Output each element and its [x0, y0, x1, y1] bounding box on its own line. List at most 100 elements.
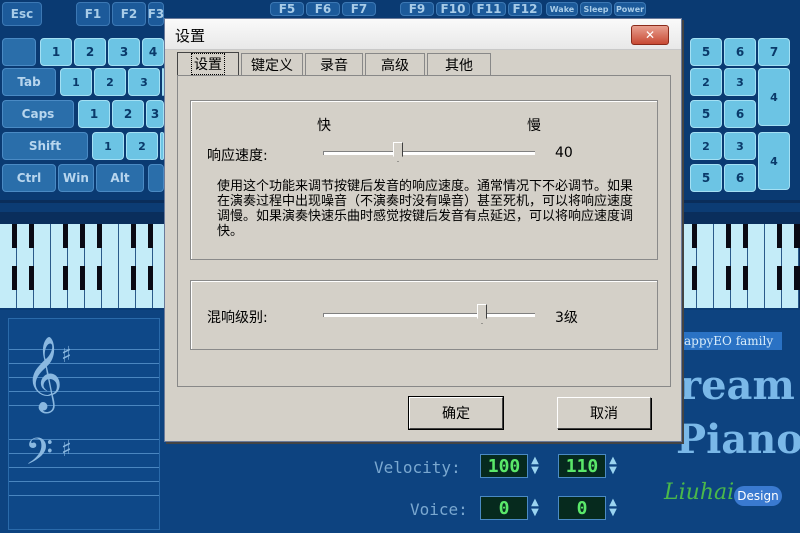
response-speed-slider-thumb[interactable] — [393, 142, 403, 162]
piano-white-key[interactable] — [136, 266, 158, 308]
response-speed-slider-track[interactable] — [323, 151, 535, 155]
piano-white-key[interactable] — [51, 266, 73, 308]
key-tab[interactable]: Tab — [2, 68, 56, 96]
key-1[interactable]: 1 — [40, 38, 72, 66]
piano-white-key[interactable] — [68, 266, 90, 308]
response-speed-label: 响应速度: — [207, 148, 268, 164]
key-d[interactable]: 3 — [146, 100, 164, 128]
key-3[interactable]: 3 — [108, 38, 140, 66]
key-r4-2[interactable]: 3 — [724, 132, 756, 160]
reverb-slider-thumb[interactable] — [477, 304, 487, 324]
piano-white-key[interactable] — [765, 224, 787, 266]
piano-white-key[interactable] — [714, 266, 736, 308]
piano-white-key[interactable] — [0, 266, 22, 308]
piano-white-key[interactable] — [102, 224, 119, 266]
key-ctrl[interactable]: Ctrl — [2, 164, 56, 192]
tab-advanced[interactable]: 高级 — [365, 53, 425, 75]
key-alt[interactable]: Alt — [96, 164, 144, 192]
key-r3-1[interactable]: 5 — [690, 100, 722, 128]
key-e[interactable]: 3 — [128, 68, 160, 96]
piano-white-key[interactable] — [0, 224, 22, 266]
key-f12[interactable]: F12 — [508, 2, 542, 16]
key-backquote[interactable] — [2, 38, 36, 66]
key-r2-3[interactable]: 4 — [758, 68, 790, 126]
tab-recording[interactable]: 录音 — [305, 53, 363, 75]
piano-white-key[interactable] — [714, 224, 736, 266]
key-f11[interactable]: F11 — [472, 2, 506, 16]
key-sleep[interactable]: Sleep — [580, 2, 612, 16]
key-f5[interactable]: F5 — [270, 2, 304, 16]
voice-1-spinner-icon[interactable]: ▲ ▼ — [528, 496, 542, 520]
piano-white-key[interactable] — [119, 224, 141, 266]
piano-white-key[interactable] — [17, 224, 39, 266]
piano-white-key[interactable] — [34, 224, 51, 266]
key-wake[interactable]: Wake — [546, 2, 578, 16]
piano-white-key[interactable] — [731, 266, 753, 308]
key-r2-1[interactable]: 2 — [690, 68, 722, 96]
piano-white-key[interactable] — [680, 266, 702, 308]
key-caps[interactable]: Caps — [2, 100, 74, 128]
key-w[interactable]: 2 — [94, 68, 126, 96]
key-x[interactable]: 2 — [126, 132, 158, 160]
key-esc[interactable]: Esc — [2, 2, 42, 26]
key-r3-2[interactable]: 6 — [724, 100, 756, 128]
piano-white-key[interactable] — [34, 266, 51, 308]
voice-2-spinner-icon[interactable]: ▲ ▼ — [606, 496, 620, 520]
piano-white-key[interactable] — [17, 266, 39, 308]
piano-white-key[interactable] — [765, 266, 787, 308]
key-r1-2[interactable]: 6 — [724, 38, 756, 66]
key-space[interactable] — [148, 164, 164, 192]
piano-white-key[interactable] — [102, 266, 119, 308]
key-2[interactable]: 2 — [74, 38, 106, 66]
velocity-2-spinner-icon[interactable]: ▲ ▼ — [606, 454, 620, 478]
reverb-slider-track[interactable] — [323, 313, 535, 317]
piano-white-key[interactable] — [697, 266, 714, 308]
tab-other[interactable]: 其他 — [427, 53, 491, 75]
key-f10[interactable]: F10 — [436, 2, 470, 16]
piano-black-key[interactable] — [794, 266, 800, 290]
key-q[interactable]: 1 — [60, 68, 92, 96]
piano-white-key[interactable] — [85, 224, 107, 266]
piano-white-key[interactable] — [697, 224, 714, 266]
ok-button[interactable]: 确定 — [408, 396, 504, 430]
piano-white-key[interactable] — [85, 266, 107, 308]
piano-white-key[interactable] — [782, 266, 800, 308]
tab-key-definition[interactable]: 键定义 — [241, 53, 303, 75]
key-z[interactable]: 1 — [92, 132, 124, 160]
key-r4-1[interactable]: 2 — [690, 132, 722, 160]
piano-white-key[interactable] — [731, 224, 753, 266]
key-a[interactable]: 1 — [78, 100, 110, 128]
key-r1-3[interactable]: 7 — [758, 38, 790, 66]
key-f6[interactable]: F6 — [306, 2, 340, 16]
key-r5-2[interactable]: 6 — [724, 164, 756, 192]
key-4[interactable]: 4 — [142, 38, 164, 66]
piano-white-key[interactable] — [680, 224, 702, 266]
close-button[interactable]: ✕ — [631, 25, 669, 45]
key-f9[interactable]: F9 — [400, 2, 434, 16]
dialog-titlebar[interactable]: 设置 ✕ — [165, 19, 681, 50]
key-r2-2[interactable]: 3 — [724, 68, 756, 96]
piano-white-key[interactable] — [68, 224, 90, 266]
velocity-1-spinner-icon[interactable]: ▲ ▼ — [528, 454, 542, 478]
piano-white-key[interactable] — [119, 266, 141, 308]
cancel-button[interactable]: 取消 — [557, 397, 651, 429]
response-speed-value: 40 — [555, 145, 573, 161]
key-f3[interactable]: F3 — [148, 2, 164, 26]
key-power[interactable]: Power — [614, 2, 646, 16]
key-r1-1[interactable]: 5 — [690, 38, 722, 66]
tab-settings[interactable]: 设置 — [177, 52, 239, 76]
piano-white-key[interactable] — [748, 224, 765, 266]
key-s[interactable]: 2 — [112, 100, 144, 128]
key-r4-3[interactable]: 4 — [758, 132, 790, 190]
key-f2[interactable]: F2 — [112, 2, 146, 26]
key-win[interactable]: Win — [58, 164, 94, 192]
key-f7[interactable]: F7 — [342, 2, 376, 16]
key-r5-1[interactable]: 5 — [690, 164, 722, 192]
key-f1[interactable]: F1 — [76, 2, 110, 26]
piano-white-key[interactable] — [782, 224, 800, 266]
piano-white-key[interactable] — [51, 224, 73, 266]
key-shift[interactable]: Shift — [2, 132, 88, 160]
piano-black-key[interactable] — [794, 224, 800, 248]
piano-white-key[interactable] — [136, 224, 158, 266]
piano-white-key[interactable] — [748, 266, 765, 308]
